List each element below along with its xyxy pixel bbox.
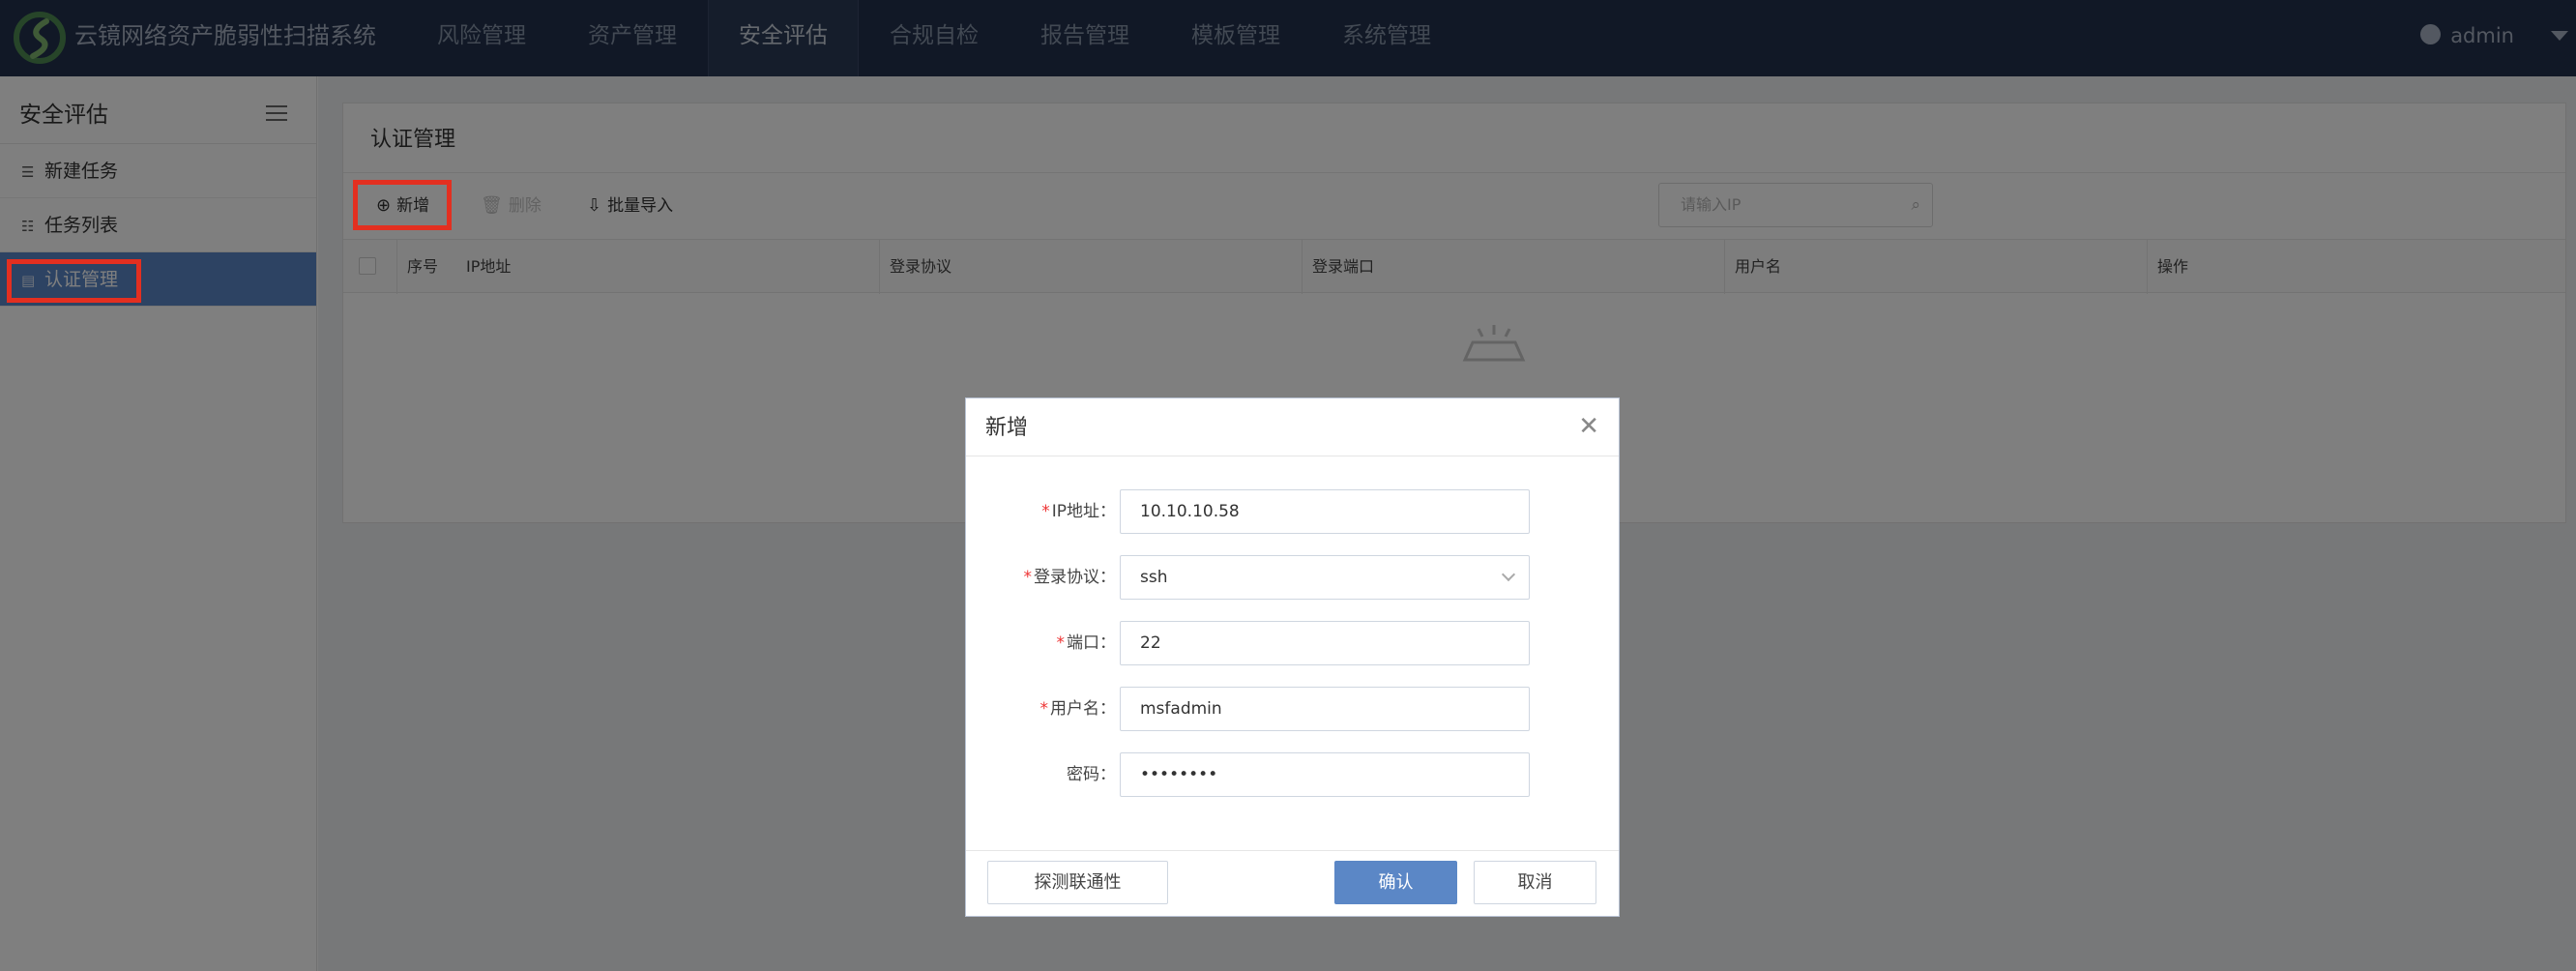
username-label: * 用户名： <box>1039 699 1117 719</box>
protocol-value: ssh <box>1140 568 1168 587</box>
form-row-password: 密码： •••••••• <box>966 752 1619 797</box>
port-input[interactable]: 22 <box>1120 621 1530 665</box>
protocol-label: * 登录协议： <box>1023 568 1117 587</box>
close-icon[interactable]: ✕ <box>1578 414 1599 439</box>
divider <box>966 850 1619 851</box>
cancel-button[interactable]: 取消 <box>1474 861 1596 904</box>
chevron-down-icon <box>1501 567 1516 582</box>
highlight-box <box>7 259 141 303</box>
form-row-ip: * IP地址： 10.10.10.58 <box>966 489 1619 534</box>
protocol-select[interactable]: ssh <box>1120 555 1530 600</box>
form-row-username: * 用户名： msfadmin <box>966 687 1619 731</box>
ip-input[interactable]: 10.10.10.58 <box>1120 489 1530 534</box>
confirm-button[interactable]: 确认 <box>1334 861 1457 904</box>
dialog-title: 新增 <box>985 416 1029 440</box>
form-row-port: * 端口： 22 <box>966 621 1619 665</box>
form-row-protocol: * 登录协议： ssh <box>966 555 1619 600</box>
password-input[interactable]: •••••••• <box>1120 752 1530 797</box>
username-input[interactable]: msfadmin <box>1120 687 1530 731</box>
add-dialog: 新增 ✕ * IP地址： 10.10.10.58 * 登录协议： ssh * 端口： … <box>965 397 1620 917</box>
probe-connectivity-button[interactable]: 探测联通性 <box>987 861 1168 904</box>
ip-label: * IP地址： <box>1041 502 1116 521</box>
password-label: 密码： <box>1067 765 1116 784</box>
port-label: * 端口： <box>1056 633 1117 653</box>
highlight-box <box>353 180 452 230</box>
